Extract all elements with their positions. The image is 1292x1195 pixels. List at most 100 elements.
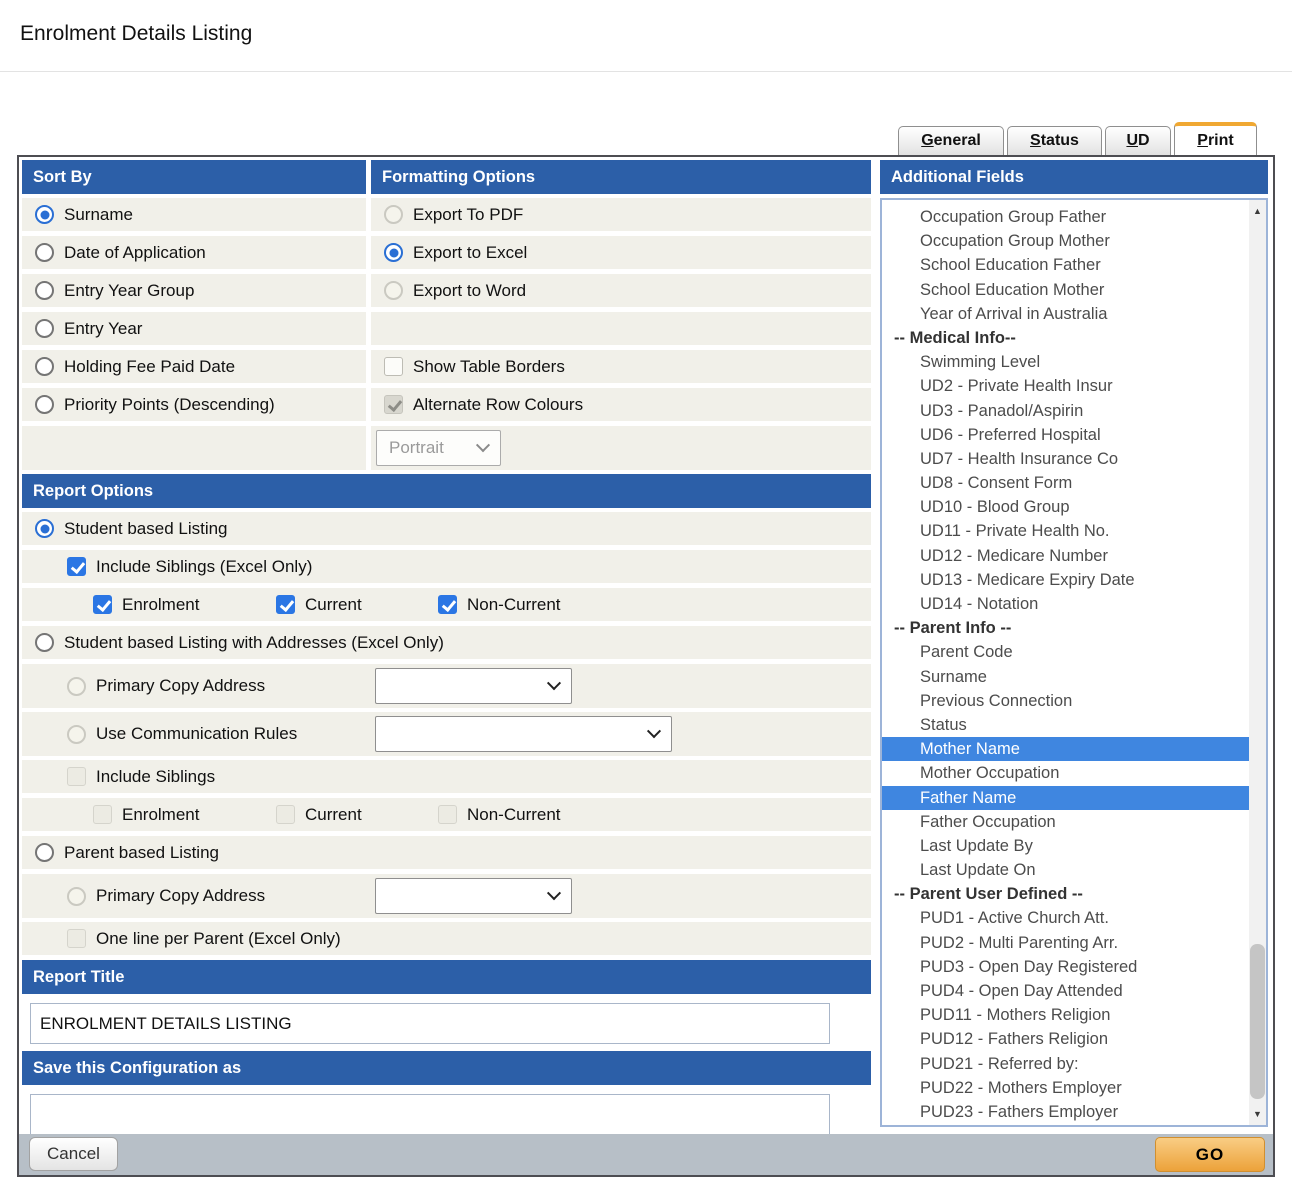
list-item[interactable]: Parent Code: [882, 640, 1249, 664]
list-item-label: Father Occupation: [920, 813, 1056, 831]
go-button[interactable]: GO: [1155, 1137, 1265, 1172]
radio-button[interactable]: [35, 357, 54, 376]
radio-button[interactable]: [67, 677, 86, 696]
checkbox[interactable]: [93, 595, 112, 614]
option-label: Export to Excel: [413, 243, 527, 263]
list-item[interactable]: UD6 - Preferred Hospital: [882, 423, 1249, 447]
tab-status[interactable]: Status: [1007, 126, 1102, 155]
list-item[interactable]: Occupation Group Mother: [882, 229, 1249, 253]
sort-by-option-row[interactable]: Priority Points (Descending): [22, 388, 366, 421]
student-based-listing-row[interactable]: Student based Listing: [22, 512, 871, 545]
save-configuration-input[interactable]: [30, 1094, 830, 1135]
radio-button[interactable]: [35, 843, 54, 862]
list-item[interactable]: Father Name: [882, 786, 1249, 810]
show-table-borders-row[interactable]: Show Table Borders: [371, 350, 871, 383]
list-item[interactable]: UD14 - Notation: [882, 592, 1249, 616]
list-item[interactable]: Mother Occupation: [882, 761, 1249, 785]
list-item[interactable]: PUD22 - Mothers Employer: [882, 1076, 1249, 1100]
report-title-input[interactable]: [30, 1003, 830, 1044]
list-item[interactable]: PUD23 - Fathers Employer: [882, 1100, 1249, 1124]
sort-by-option-row[interactable]: Date of Application: [22, 236, 366, 269]
list-item[interactable]: -- Medical Info--: [882, 326, 1249, 350]
scrollbar[interactable]: ▲ ▼: [1249, 200, 1266, 1125]
radio-button[interactable]: [384, 243, 403, 262]
list-item[interactable]: PUD2 - Multi Parenting Arr.: [882, 931, 1249, 955]
list-item[interactable]: School Education Mother: [882, 278, 1249, 302]
list-item[interactable]: Last Update By: [882, 834, 1249, 858]
list-item[interactable]: PUD21 - Referred by:: [882, 1052, 1249, 1076]
checkbox[interactable]: [438, 595, 457, 614]
list-item[interactable]: Mother Name: [882, 737, 1249, 761]
list-item[interactable]: Occupation Group Father: [882, 205, 1249, 229]
radio-button[interactable]: [35, 243, 54, 262]
orientation-select[interactable]: Portrait: [376, 430, 501, 466]
checkbox[interactable]: [67, 557, 86, 576]
export-to-excel-row[interactable]: Export to Excel: [371, 236, 871, 269]
list-item[interactable]: Father Occupation: [882, 810, 1249, 834]
primary-copy-address-select[interactable]: [375, 668, 572, 704]
non-current-checkbox-item[interactable]: Non-Current: [438, 595, 561, 615]
list-item[interactable]: Year of Arrival in Australia: [882, 302, 1249, 326]
list-item[interactable]: -- Parent User Defined --: [882, 882, 1249, 906]
option-label: Entry Year: [64, 319, 142, 339]
cancel-button[interactable]: Cancel: [29, 1137, 118, 1171]
radio-button[interactable]: [35, 205, 54, 224]
enrolment-checkbox-item: Enrolment: [93, 805, 266, 825]
radio-button[interactable]: [384, 281, 403, 300]
list-item[interactable]: Last Update On: [882, 858, 1249, 882]
list-item[interactable]: PUD3 - Open Day Registered: [882, 955, 1249, 979]
radio-button[interactable]: [35, 519, 54, 538]
list-item[interactable]: PUD12 - Fathers Religion: [882, 1027, 1249, 1051]
list-item[interactable]: PUD4 - Open Day Attended: [882, 979, 1249, 1003]
checkbox[interactable]: [384, 357, 403, 376]
list-item[interactable]: UD10 - Blood Group: [882, 495, 1249, 519]
list-item[interactable]: Previous Connection: [882, 689, 1249, 713]
list-item[interactable]: PUD11 - Mothers Religion: [882, 1003, 1249, 1027]
list-item[interactable]: UD8 - Consent Form: [882, 471, 1249, 495]
sort-by-option-row[interactable]: Holding Fee Paid Date: [22, 350, 366, 383]
list-item[interactable]: UD7 - Health Insurance Co: [882, 447, 1249, 471]
parent-primary-copy-address-select[interactable]: [375, 878, 572, 914]
student-listing-addresses-row[interactable]: Student based Listing with Addresses (Ex…: [22, 626, 871, 659]
radio-button[interactable]: [35, 633, 54, 652]
list-item[interactable]: UD2 - Private Health Insur: [882, 374, 1249, 398]
list-item[interactable]: -- Parent Info --: [882, 616, 1249, 640]
radio-button[interactable]: [67, 725, 86, 744]
list-item[interactable]: UD12 - Medicare Number: [882, 544, 1249, 568]
tab-ud[interactable]: UD: [1105, 126, 1171, 155]
list-item-label: PUD4 - Open Day Attended: [920, 982, 1123, 1000]
list-item[interactable]: UD13 - Medicare Expiry Date: [882, 568, 1249, 592]
scroll-down-icon[interactable]: ▼: [1249, 1105, 1266, 1123]
list-item[interactable]: PUD1 - Active Church Att.: [882, 906, 1249, 930]
current-checkbox-item[interactable]: Current: [276, 595, 428, 615]
checkbox[interactable]: [276, 595, 295, 614]
radio-button[interactable]: [384, 205, 403, 224]
communication-rules-select[interactable]: [375, 716, 672, 752]
export-to-word-row[interactable]: Export to Word: [371, 274, 871, 307]
list-item-label: PUD12 - Fathers Religion: [920, 1030, 1108, 1048]
list-item[interactable]: Status: [882, 713, 1249, 737]
list-item[interactable]: Surname: [882, 665, 1249, 689]
include-siblings-excel-row[interactable]: Include Siblings (Excel Only): [22, 550, 871, 583]
list-item[interactable]: School Education Father: [882, 253, 1249, 277]
list-item[interactable]: UD11 - Private Health No.: [882, 519, 1249, 543]
sort-by-option-row[interactable]: Entry Year Group: [22, 274, 366, 307]
tab-general[interactable]: General: [898, 126, 1004, 155]
radio-button[interactable]: [35, 395, 54, 414]
additional-fields-listbox[interactable]: Occupation Group Father Occupation Group…: [880, 198, 1268, 1127]
scrollbar-thumb[interactable]: [1250, 944, 1265, 1099]
radio-button[interactable]: [35, 319, 54, 338]
radio-button[interactable]: [67, 887, 86, 906]
parent-based-listing-row[interactable]: Parent based Listing: [22, 836, 871, 869]
enrolment-checkbox-item[interactable]: Enrolment: [93, 595, 266, 615]
export-to-pdf-row[interactable]: Export To PDF: [371, 198, 871, 231]
additional-fields-items: Occupation Group Father Occupation Group…: [882, 200, 1249, 1124]
scroll-up-icon[interactable]: ▲: [1249, 202, 1266, 220]
list-item-label: PUD23 - Fathers Employer: [920, 1103, 1118, 1121]
sort-by-option-row[interactable]: Surname: [22, 198, 366, 231]
list-item[interactable]: UD3 - Panadol/Aspirin: [882, 399, 1249, 423]
list-item[interactable]: Swimming Level: [882, 350, 1249, 374]
radio-button[interactable]: [35, 281, 54, 300]
sort-by-option-row[interactable]: Entry Year: [22, 312, 366, 345]
tab-print[interactable]: Print: [1174, 122, 1257, 155]
